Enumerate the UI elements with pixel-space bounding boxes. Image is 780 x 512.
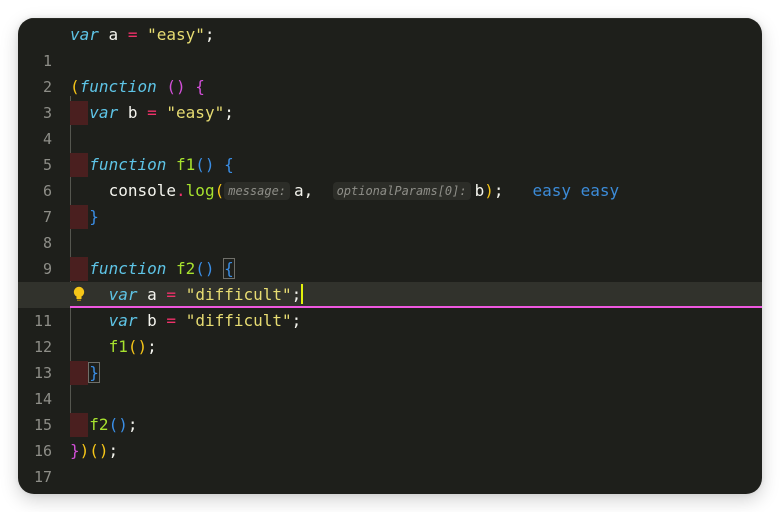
function-name-f2: f2	[176, 259, 196, 278]
parens: ()	[166, 77, 186, 96]
identifier-console: console	[108, 181, 177, 200]
function-name-f1: f1	[176, 155, 196, 174]
string-literal: "easy"	[166, 103, 225, 122]
parens: ()	[108, 415, 128, 434]
identifier-b: b	[127, 103, 138, 122]
line-code[interactable]: (function () {	[70, 74, 205, 100]
semicolon: ;	[291, 311, 302, 330]
code-line-12[interactable]: 12 var b = "difficult";	[18, 308, 762, 356]
semicolon: ;	[493, 181, 504, 200]
brace-close-matched: }	[88, 362, 100, 383]
identifier-a: a	[294, 181, 304, 200]
code-line-7[interactable]: 7 console.log(message: a, optionalParams[…	[18, 178, 762, 226]
comma: ,	[303, 181, 314, 200]
line-code[interactable]: function f2() {	[70, 256, 235, 282]
code-editor-window: 1 var a = "easy"; 2 3 (function () { 4 v…	[18, 18, 762, 494]
code-line-9[interactable]: 9	[18, 230, 762, 278]
string-literal: "difficult"	[185, 311, 292, 330]
line-code[interactable]: f2();	[70, 412, 137, 438]
string-literal: "difficult"	[185, 285, 292, 304]
code-line-14[interactable]: 14 }	[18, 360, 762, 408]
operator-assign: =	[127, 25, 138, 44]
code-line-4[interactable]: 4 var b = "easy";	[18, 100, 762, 148]
identifier-b: b	[147, 311, 157, 330]
brace-open-matched: {	[223, 258, 235, 279]
line-code[interactable]: var a = "difficult";	[70, 282, 304, 308]
parens: ()	[195, 259, 215, 278]
keyword-function: function	[79, 77, 157, 96]
code-line-17[interactable]: 17 })();	[18, 438, 762, 486]
parens: ()	[89, 441, 109, 460]
identifier-b: b	[474, 181, 485, 200]
method-log: log	[185, 181, 215, 200]
string-literal: "easy"	[147, 25, 205, 44]
semicolon: ;	[127, 415, 138, 434]
brace-open: {	[195, 77, 205, 96]
line-code[interactable]: f1();	[70, 334, 157, 360]
keyword-function: function	[89, 259, 167, 278]
line-code[interactable]: console.log(message: a, optionalParams[0]…	[70, 178, 619, 204]
keyword-var: var	[108, 311, 138, 330]
code-line-13[interactable]: 13 f1();	[18, 334, 762, 382]
call-f2: f2	[89, 415, 109, 434]
paren-close: )	[484, 181, 494, 200]
line-code[interactable]: }	[70, 204, 99, 230]
paren-close: )	[79, 441, 90, 460]
code-line-1[interactable]: 1 var a = "easy";	[18, 22, 762, 70]
code-line-2[interactable]: 2	[18, 48, 762, 96]
line-code[interactable]: }	[70, 360, 100, 386]
line-code[interactable]: function f1() {	[70, 152, 234, 178]
code-line-15[interactable]: 15	[18, 386, 762, 434]
semicolon: ;	[108, 441, 119, 460]
line-code[interactable]: var b = "easy";	[70, 100, 234, 126]
semicolon: ;	[204, 25, 215, 44]
inline-output-value: easy easy	[532, 181, 620, 200]
identifier-a: a	[108, 25, 119, 44]
line-code[interactable]: })();	[70, 438, 118, 464]
identifier-a: a	[147, 285, 157, 304]
code-line-6[interactable]: 6 function f1() {	[18, 152, 762, 200]
call-f1: f1	[108, 337, 128, 356]
line-number: 18	[18, 490, 52, 494]
keyword-function: function	[89, 155, 167, 174]
code-line-8[interactable]: 8 }	[18, 204, 762, 252]
line-code[interactable]: var a = "easy";	[70, 22, 215, 48]
operator-assign: =	[166, 311, 177, 330]
code-line-5[interactable]: 5	[18, 126, 762, 174]
semicolon: ;	[224, 103, 234, 122]
operator-assign: =	[147, 103, 157, 122]
code-line-10[interactable]: 10 function f2() {	[18, 256, 762, 304]
paren-open: (	[214, 181, 225, 200]
keyword-var: var	[89, 103, 119, 122]
code-line-16[interactable]: 16 f2();	[18, 412, 762, 460]
inlay-hint-optional-params: optionalParams[0]:	[332, 182, 471, 200]
parens: ()	[127, 337, 148, 356]
semicolon: ;	[147, 337, 157, 356]
keyword-var: var	[70, 25, 99, 44]
brace-open: {	[224, 155, 234, 174]
dot: .	[176, 181, 186, 200]
line-code[interactable]: var b = "difficult";	[70, 308, 302, 334]
text-cursor	[301, 284, 304, 304]
parens: ()	[195, 155, 215, 174]
paren-open: (	[70, 77, 80, 96]
code-line-3[interactable]: 3 (function () {	[18, 74, 762, 122]
code-line-11-current[interactable]: 11 var a = "difficult";	[18, 282, 762, 330]
brace-close: }	[70, 441, 80, 460]
inlay-hint-message: message:	[224, 182, 291, 200]
top-border	[18, 18, 762, 19]
code-line-18[interactable]: 18	[18, 464, 762, 490]
semicolon: ;	[291, 285, 302, 304]
brace-close: }	[89, 207, 99, 226]
keyword-var: var	[108, 285, 138, 304]
operator-assign: =	[166, 285, 177, 304]
